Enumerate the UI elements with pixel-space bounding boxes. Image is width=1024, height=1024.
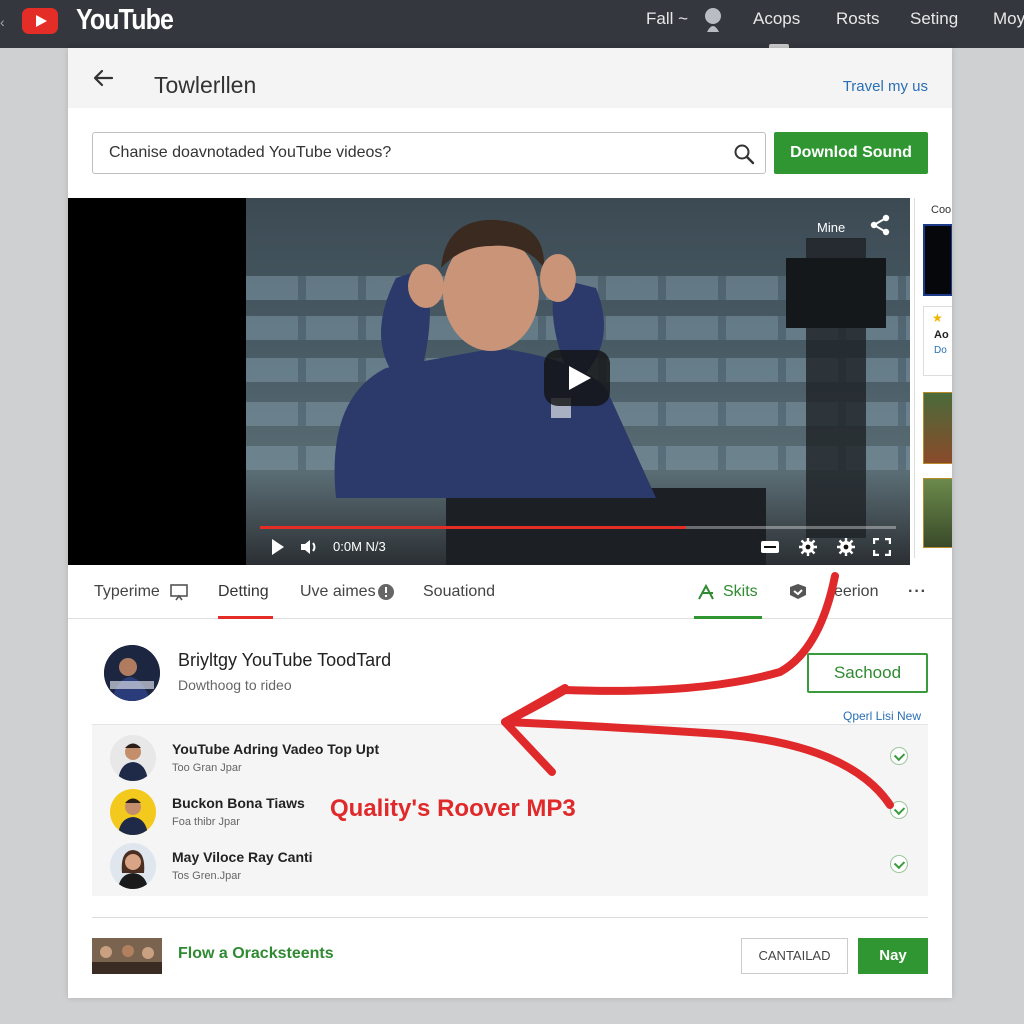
skits-icon[interactable] bbox=[697, 583, 715, 601]
volume-icon[interactable] bbox=[300, 538, 320, 556]
avatar bbox=[110, 843, 156, 889]
settings-gear-icon[interactable] bbox=[799, 538, 817, 556]
tab-bar: Typerime Detting Uve aimes Souationd Ski… bbox=[68, 565, 952, 619]
download-sound-button[interactable]: Downlod Sound bbox=[774, 132, 928, 174]
list-item-subtitle: Tos Gren.Jpar bbox=[172, 870, 242, 882]
page-title: Towlerllen bbox=[154, 72, 257, 98]
tab-typerime[interactable]: Typerime bbox=[94, 583, 160, 601]
list-item-subtitle: Too Gran Jpar bbox=[172, 762, 242, 774]
list-item-title: YouTube Adring Vadeo Top Upt bbox=[172, 741, 380, 757]
divider bbox=[92, 917, 928, 918]
main-panel: Towlerllen Travel my us Downlod Sound bbox=[68, 48, 952, 998]
youtube-logo-icon[interactable] bbox=[22, 8, 58, 34]
side-thumbnail[interactable] bbox=[923, 478, 952, 548]
user-avatar-icon[interactable] bbox=[702, 6, 724, 32]
bookmark-icon[interactable] bbox=[789, 583, 807, 601]
brand-name[interactable]: YouTube bbox=[76, 4, 174, 37]
avatar bbox=[110, 735, 156, 781]
check-icon[interactable] bbox=[890, 855, 908, 873]
open-list-link[interactable]: Qperl Lisi New bbox=[843, 709, 921, 723]
share-icon[interactable] bbox=[868, 213, 892, 237]
tab-skits[interactable]: Skits bbox=[723, 583, 758, 601]
progress-fill bbox=[260, 526, 687, 529]
top-bar: ‹ YouTube Fall ~ Acops Rosts Seting Moy bbox=[0, 0, 1024, 48]
play-icon[interactable] bbox=[271, 538, 285, 556]
side-card-title: Ao bbox=[934, 329, 949, 341]
tab-active-indicator bbox=[218, 616, 273, 619]
side-card-link: Do bbox=[934, 345, 947, 356]
nav-item-seting[interactable]: Seting bbox=[910, 9, 958, 29]
side-thumbnail[interactable] bbox=[923, 392, 952, 464]
list-item-title: May Viloce Ray Canti bbox=[172, 849, 313, 865]
tab-detting[interactable]: Detting bbox=[218, 583, 269, 601]
channel-name[interactable]: Briyltgy YouTube ToodTard bbox=[178, 650, 391, 671]
tab-eerion[interactable]: eerion bbox=[834, 583, 878, 601]
nav-item-rosts[interactable]: Rosts bbox=[836, 9, 879, 29]
list-item[interactable]: YouTube Adring Vadeo Top Upt Too Gran Jp… bbox=[92, 727, 928, 781]
annotation-label: Quality's Roover MP3 bbox=[330, 795, 576, 822]
captions-icon[interactable] bbox=[760, 538, 780, 556]
video-overlay-label: Mine bbox=[817, 220, 846, 235]
side-recommendations: Coo ★ Ao Do bbox=[914, 198, 952, 558]
back-arrow-icon[interactable] bbox=[92, 68, 114, 88]
confirm-button[interactable]: Nay bbox=[858, 938, 928, 974]
nav-item-fall[interactable]: Fall ~ bbox=[646, 9, 688, 29]
star-icon: ★ bbox=[932, 311, 943, 325]
cancel-button[interactable]: CANTAILAD bbox=[741, 938, 848, 974]
side-card[interactable]: ★ Ao Do bbox=[923, 306, 952, 376]
quality-gear-icon[interactable] bbox=[837, 538, 855, 556]
nav-item-acops[interactable]: Acops bbox=[753, 9, 800, 29]
travel-link[interactable]: Travel my us bbox=[843, 78, 928, 95]
time-display: 0:0M N/3 bbox=[333, 539, 386, 554]
check-icon[interactable] bbox=[890, 801, 908, 819]
more-options-icon[interactable]: ··· bbox=[908, 583, 927, 601]
screen-icon[interactable] bbox=[170, 583, 188, 601]
list-item-subtitle: Foa thibr Jpar bbox=[172, 816, 240, 828]
list-item[interactable]: May Viloce Ray Canti Tos Gren.Jpar bbox=[92, 835, 928, 889]
fullscreen-icon[interactable] bbox=[873, 538, 891, 556]
tab-uve-aimes[interactable]: Uve aimes bbox=[300, 583, 376, 601]
channel-subtitle: Dowthoog to rideo bbox=[178, 677, 292, 693]
side-thumbnail[interactable] bbox=[923, 224, 952, 296]
play-button[interactable] bbox=[544, 350, 610, 406]
nav-item-moy[interactable]: Moy bbox=[993, 9, 1024, 29]
tab-souationd[interactable]: Souationd bbox=[423, 583, 495, 601]
check-icon[interactable] bbox=[890, 747, 908, 765]
progress-bar[interactable] bbox=[260, 526, 896, 529]
chevron-left-icon[interactable]: ‹ bbox=[0, 14, 5, 30]
subscribe-button[interactable]: Sachood bbox=[807, 653, 928, 693]
channel-avatar[interactable] bbox=[104, 645, 160, 701]
search-box[interactable] bbox=[92, 132, 766, 174]
panel-header: Towlerllen Travel my us bbox=[68, 48, 952, 108]
side-label: Coo bbox=[931, 204, 952, 216]
footer-thumbnail[interactable] bbox=[92, 938, 162, 974]
list-item-title: Buckon Bona Tiaws bbox=[172, 795, 305, 811]
footer-link[interactable]: Flow a Oracksteents bbox=[178, 945, 334, 963]
video-player[interactable]: Mine 0:0M N/3 bbox=[68, 198, 910, 565]
info-circle-icon[interactable] bbox=[377, 583, 395, 601]
tab-active-indicator-green bbox=[694, 616, 762, 619]
search-input[interactable] bbox=[109, 144, 709, 162]
avatar bbox=[110, 789, 156, 835]
search-icon[interactable] bbox=[733, 143, 755, 165]
